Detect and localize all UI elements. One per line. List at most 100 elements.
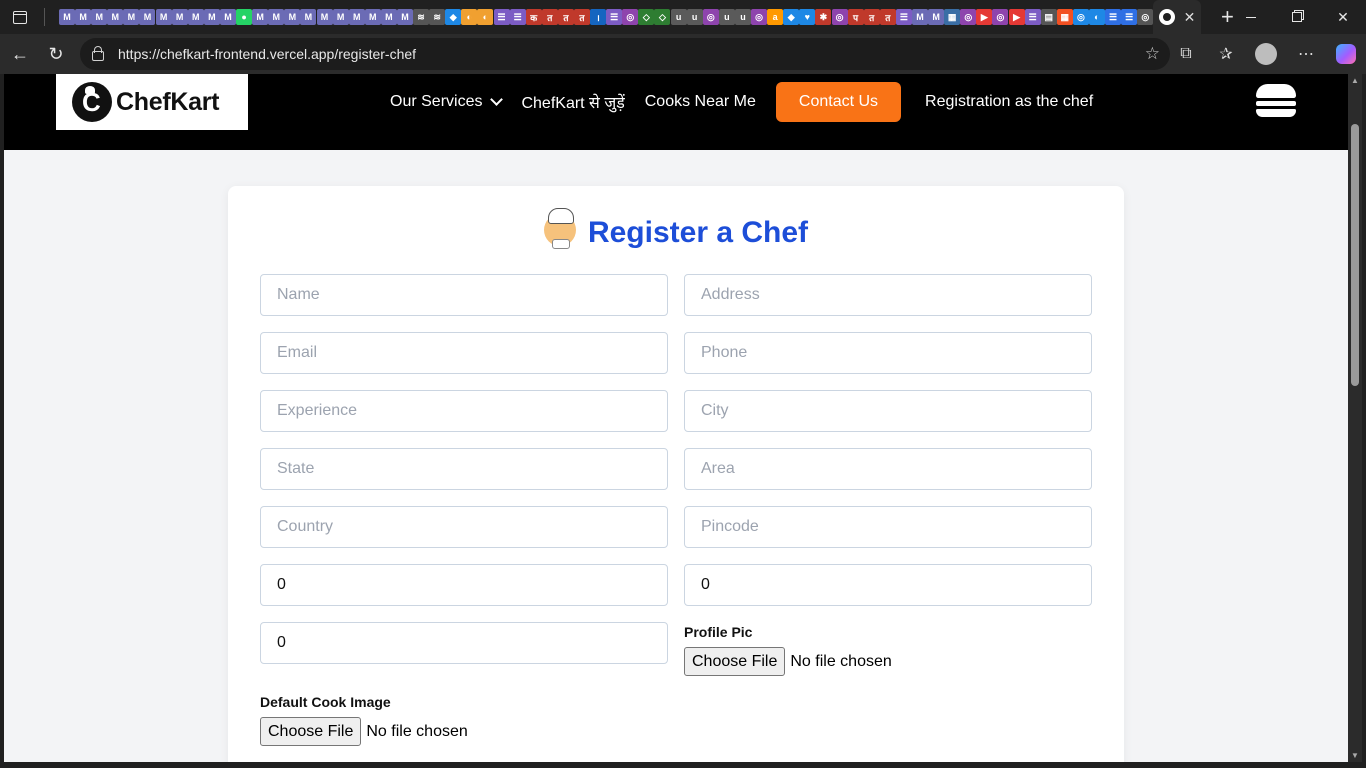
site-logo[interactable]: ChefKart (56, 74, 248, 130)
area-input[interactable] (684, 448, 1092, 490)
address-input[interactable] (684, 274, 1092, 316)
pinned-tab-icon[interactable]: u (718, 9, 735, 25)
pinned-tab-icon[interactable]: u (686, 9, 703, 25)
number-input-3[interactable] (260, 622, 668, 664)
scrollbar-thumb[interactable] (1351, 124, 1359, 386)
pinned-tab-icon[interactable]: ▦ (944, 9, 961, 25)
pinned-tab-icon[interactable]: ◇ (654, 9, 671, 25)
pinned-tab-icon[interactable]: त (541, 9, 558, 25)
pinned-tab-icon[interactable]: ☰ (1121, 9, 1138, 25)
pinned-tab-icon[interactable]: M (59, 9, 75, 25)
pinned-tab-icon[interactable]: क (525, 9, 542, 25)
burger-menu-icon[interactable] (1256, 84, 1296, 120)
profile-pic-choose-button[interactable]: Choose File (684, 647, 786, 676)
state-input[interactable] (260, 448, 668, 490)
pinned-tab-icon[interactable]: M (928, 9, 945, 25)
pinned-tab-icon[interactable]: ☰ (1024, 9, 1041, 25)
pinned-tab-icon[interactable]: ◎ (992, 9, 1009, 25)
pinned-tab-icon[interactable]: M (75, 9, 92, 25)
pinned-tab-icon[interactable]: ✱ (815, 9, 832, 25)
site-info-icon[interactable] (92, 46, 104, 61)
pinned-tab-icon[interactable]: ◐ (1089, 9, 1105, 25)
page-scrollbar[interactable]: ▲ ▼ (1348, 74, 1362, 762)
pinned-tab-icon[interactable]: त (574, 9, 590, 25)
pinned-tab-icon[interactable]: u (670, 9, 687, 25)
pinned-tab-icon[interactable]: ▦ (1056, 9, 1073, 25)
tab-actions-icon[interactable] (0, 0, 40, 34)
pinned-tab-icon[interactable]: ◎ (1137, 9, 1154, 25)
pinned-tab-icon[interactable]: M (268, 9, 285, 25)
pinned-tab-icon[interactable]: M (155, 9, 172, 25)
pinned-tab-icon[interactable]: M (380, 9, 397, 25)
favorite-star-icon[interactable]: ☆ (1145, 44, 1160, 64)
pinned-tab-icon[interactable]: M (139, 9, 156, 25)
email-input[interactable] (260, 332, 668, 374)
pinned-tab-icon[interactable]: ☰ (509, 9, 526, 25)
pinned-tab-icon[interactable]: M (364, 9, 381, 25)
profile-avatar[interactable] (1246, 34, 1286, 74)
pinned-tab-icon[interactable]: ◎ (831, 9, 848, 25)
scroll-up-icon[interactable]: ▲ (1351, 76, 1359, 85)
pinned-tab-icon[interactable]: ☰ (895, 9, 912, 25)
pinned-tab-icon[interactable]: ▶ (976, 9, 993, 25)
pinned-tab-icon[interactable]: u (734, 9, 751, 25)
contact-us-button[interactable]: Contact Us (775, 82, 902, 122)
active-tab[interactable]: ✕ (1153, 0, 1202, 34)
pinned-tab-icon[interactable]: । (590, 9, 607, 25)
city-input[interactable] (684, 390, 1092, 432)
pinned-tab-icon[interactable]: ☰ (606, 9, 623, 25)
pinned-tab-icon[interactable]: ≋ (429, 9, 446, 25)
pinned-tab-icon[interactable]: त (879, 9, 896, 25)
pinned-tab-icon[interactable]: ◎ (751, 9, 768, 25)
address-bar[interactable]: https://chefkart-frontend.vercel.app/reg… (80, 38, 1170, 70)
pinned-tab-icon[interactable]: ● (236, 9, 253, 25)
pinned-tab-icon[interactable]: ☰ (1105, 9, 1122, 25)
nav-our-services[interactable]: Our Services (390, 93, 504, 111)
pinned-tab-icon[interactable]: a (767, 9, 784, 25)
pinned-tab-icon[interactable]: M (396, 9, 413, 25)
experience-input[interactable] (260, 390, 668, 432)
favorites-icon[interactable]: ✰ (1206, 34, 1246, 74)
extensions-icon[interactable]: ⧉ (1166, 34, 1206, 74)
pinned-tab-icon[interactable]: ☰ (493, 9, 510, 25)
pinned-tab-icon[interactable]: ▤ (1040, 9, 1057, 25)
phone-input[interactable] (684, 332, 1092, 374)
pinned-tab-icon[interactable]: M (107, 9, 124, 25)
pincode-input[interactable] (684, 506, 1092, 548)
pinned-tab-icon[interactable]: M (219, 9, 236, 25)
default-cook-image-choose-button[interactable]: Choose File (260, 717, 362, 746)
pinned-tab-icon[interactable]: ◎ (622, 9, 639, 25)
close-window-button[interactable]: ✕ (1320, 0, 1366, 34)
pinned-tab-icon[interactable]: त (557, 9, 574, 25)
pinned-tab-icon[interactable]: ≋ (413, 9, 430, 25)
pinned-tab-icon[interactable]: ◎ (960, 9, 977, 25)
number-input-1[interactable] (260, 564, 668, 606)
restore-button[interactable] (1274, 0, 1320, 34)
pinned-tab-icon[interactable]: ◎ (1072, 9, 1089, 25)
pinned-tab-icon[interactable]: M (203, 9, 220, 25)
pinned-tab-icon[interactable]: M (348, 9, 365, 25)
pinned-tab-icon[interactable]: ▶ (1008, 9, 1025, 25)
pinned-tab-icon[interactable]: ◆ (445, 9, 462, 25)
name-input[interactable] (260, 274, 668, 316)
copilot-icon[interactable] (1326, 34, 1366, 74)
pinned-tab-icon[interactable]: M (300, 9, 317, 25)
pinned-tab-icon[interactable]: ◐ (477, 9, 494, 25)
nav-cooks-near-me[interactable]: Cooks Near Me (645, 93, 756, 111)
back-arrow-icon[interactable]: ← (2, 36, 38, 72)
pinned-tab-icon[interactable]: M (252, 9, 269, 25)
nav-registration-chef[interactable]: Registration as the chef (925, 93, 1093, 111)
pinned-tab-icon[interactable]: ◐ (461, 9, 478, 25)
pinned-tab-icon[interactable]: त (863, 9, 880, 25)
pinned-tab-icon[interactable]: M (187, 9, 204, 25)
pinned-tab-icon[interactable]: M (91, 9, 108, 25)
scroll-down-icon[interactable]: ▼ (1351, 751, 1359, 760)
pinned-tab-icon[interactable]: M (332, 9, 349, 25)
pinned-tab-icon[interactable]: M (911, 9, 928, 25)
pinned-tab-icon[interactable]: M (284, 9, 301, 25)
pinned-tab-icon[interactable]: ♥ (799, 9, 816, 25)
pinned-tab-icon[interactable]: ◆ (783, 9, 800, 25)
close-tab-icon[interactable]: ✕ (1184, 9, 1196, 26)
pinned-tab-icon[interactable]: ◎ (702, 9, 719, 25)
pinned-tab-icon[interactable]: ◇ (638, 9, 655, 25)
